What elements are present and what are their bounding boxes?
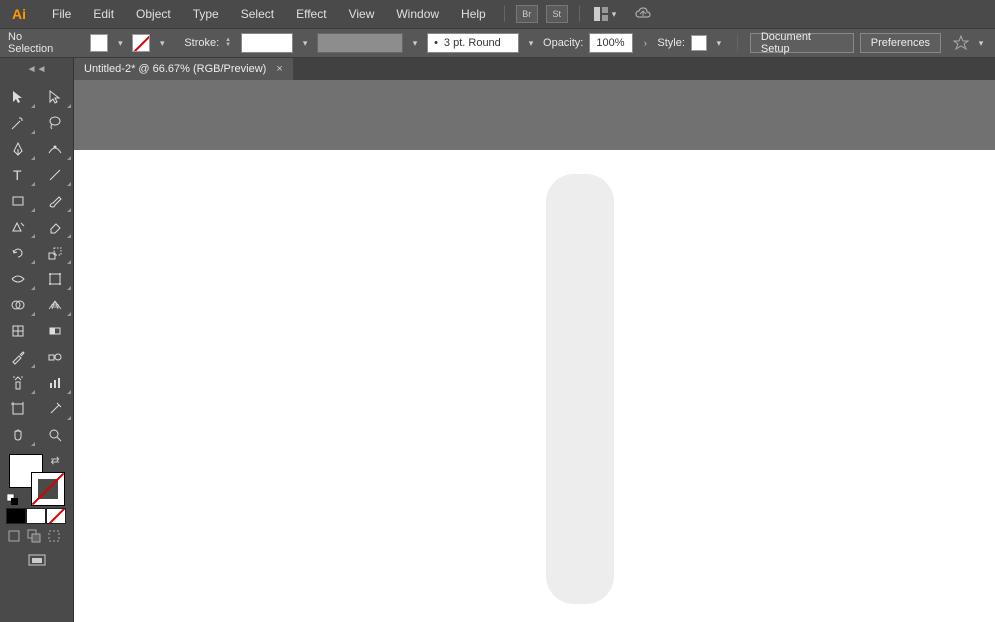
rotate-tool[interactable] <box>0 240 37 266</box>
brush-dot: • <box>434 37 438 49</box>
menu-type[interactable]: Type <box>183 3 229 25</box>
type-tool[interactable]: T <box>0 162 37 188</box>
control-bar: No Selection ▾ ▾ Stroke: ▲▼ ▾ ▾ • 3 pt. … <box>0 28 995 58</box>
draw-modes-row <box>6 528 67 546</box>
canvas-area <box>74 80 995 622</box>
artboard-tool[interactable] <box>0 396 37 422</box>
menu-select[interactable]: Select <box>231 3 284 25</box>
stroke-weight-input[interactable] <box>241 33 293 53</box>
stroke-weight-stepper[interactable]: ▲▼ <box>225 38 231 48</box>
tab-close-button[interactable]: × <box>276 63 282 75</box>
style-dropdown[interactable]: ▾ <box>713 38 725 49</box>
swap-fill-stroke-icon[interactable]: ⇄ <box>51 454 63 466</box>
stroke-color-box[interactable] <box>31 472 65 506</box>
stroke-label: Stroke: <box>184 37 219 49</box>
brush-preset-label: 3 pt. Round <box>444 37 501 49</box>
opacity-input[interactable]: 100% <box>589 33 633 53</box>
menu-file[interactable]: File <box>42 3 81 25</box>
fill-stroke-control[interactable]: ⇄ <box>5 454 69 506</box>
color-mode-row <box>6 508 67 526</box>
style-label: Style: <box>657 37 685 49</box>
column-graph-tool[interactable] <box>37 370 74 396</box>
width-tool[interactable] <box>0 266 37 292</box>
shape-builder-tool[interactable] <box>0 292 37 318</box>
slice-tool[interactable] <box>37 396 74 422</box>
color-black[interactable] <box>6 508 26 524</box>
menu-effect[interactable]: Effect <box>286 3 336 25</box>
opacity-label: Opacity: <box>543 37 583 49</box>
paintbrush-tool[interactable] <box>37 188 74 214</box>
style-swatch[interactable] <box>691 35 707 51</box>
color-none[interactable] <box>46 508 66 524</box>
toolbox: T <box>0 80 74 622</box>
sync-settings[interactable] <box>624 7 652 21</box>
preferences-button[interactable]: Preferences <box>860 33 941 53</box>
app-icon: Ai <box>8 3 30 25</box>
opacity-dropdown[interactable]: › <box>639 38 651 48</box>
mesh-tool[interactable] <box>0 318 37 344</box>
line-tool[interactable] <box>37 162 74 188</box>
menu-view[interactable]: View <box>339 3 385 25</box>
hand-tool[interactable] <box>0 422 37 448</box>
stock-button[interactable]: St <box>546 5 568 23</box>
align-dropdown[interactable]: ▾ <box>975 38 987 49</box>
separator <box>579 6 580 22</box>
perspective-grid-tool[interactable] <box>37 292 74 318</box>
brush-definition[interactable]: • 3 pt. Round <box>427 33 519 53</box>
panel-collapse-toggle[interactable]: ◄◄ <box>0 58 74 80</box>
align-to-icon[interactable] <box>953 35 969 51</box>
fill-dropdown[interactable]: ▾ <box>114 38 126 49</box>
default-colors-icon[interactable] <box>7 494 19 506</box>
direct-selection-tool[interactable] <box>37 84 74 110</box>
shaper-tool[interactable] <box>0 214 37 240</box>
color-white[interactable] <box>26 508 46 524</box>
rectangle-tool[interactable] <box>0 188 37 214</box>
selection-tool[interactable] <box>0 84 37 110</box>
menu-edit[interactable]: Edit <box>83 3 124 25</box>
separator <box>504 6 505 22</box>
symbol-sprayer-tool[interactable] <box>0 370 37 396</box>
draw-normal-icon[interactable] <box>6 528 22 544</box>
screen-mode-button[interactable] <box>0 552 73 568</box>
variable-width-dropdown[interactable]: ▾ <box>409 38 421 49</box>
draw-behind-icon[interactable] <box>26 528 42 544</box>
eraser-tool[interactable] <box>37 214 74 240</box>
chevron-down-icon: ▾ <box>612 9 617 20</box>
canvas-pasteboard-top <box>74 80 995 150</box>
menu-help[interactable]: Help <box>451 3 496 25</box>
workspace: T <box>0 80 995 622</box>
curvature-tool[interactable] <box>37 136 74 162</box>
bridge-button[interactable]: Br <box>516 5 538 23</box>
document-tab-label: Untitled-2* @ 66.67% (RGB/Preview) <box>84 63 266 75</box>
eyedropper-tool[interactable] <box>0 344 37 370</box>
artboard[interactable] <box>74 150 995 622</box>
zoom-tool[interactable] <box>37 422 74 448</box>
menu-window[interactable]: Window <box>386 3 449 25</box>
document-tab-bar: ◄◄ Untitled-2* @ 66.67% (RGB/Preview) × <box>0 58 995 80</box>
fill-swatch[interactable] <box>90 34 108 52</box>
draw-inside-icon[interactable] <box>46 528 62 544</box>
gradient-tool[interactable] <box>37 318 74 344</box>
stroke-weight-dropdown[interactable]: ▾ <box>299 38 311 49</box>
brush-dropdown[interactable]: ▾ <box>525 38 537 49</box>
variable-width-profile[interactable] <box>317 33 403 53</box>
separator <box>737 35 738 51</box>
stroke-swatch[interactable] <box>132 34 150 52</box>
rounded-rectangle-shape[interactable] <box>546 174 614 604</box>
svg-text:T: T <box>13 167 22 183</box>
menu-object[interactable]: Object <box>126 3 181 25</box>
blend-tool[interactable] <box>37 344 74 370</box>
lasso-tool[interactable] <box>37 110 74 136</box>
magic-wand-tool[interactable] <box>0 110 37 136</box>
document-tab[interactable]: Untitled-2* @ 66.67% (RGB/Preview) × <box>74 58 293 80</box>
free-transform-tool[interactable] <box>37 266 74 292</box>
stroke-dropdown[interactable]: ▾ <box>156 38 168 49</box>
arrange-documents[interactable]: ▾ <box>594 7 617 21</box>
scale-tool[interactable] <box>37 240 74 266</box>
selection-status: No Selection <box>8 31 70 55</box>
document-setup-button[interactable]: Document Setup <box>750 33 854 53</box>
pen-tool[interactable] <box>0 136 37 162</box>
menu-bar: Ai File Edit Object Type Select Effect V… <box>0 0 995 28</box>
